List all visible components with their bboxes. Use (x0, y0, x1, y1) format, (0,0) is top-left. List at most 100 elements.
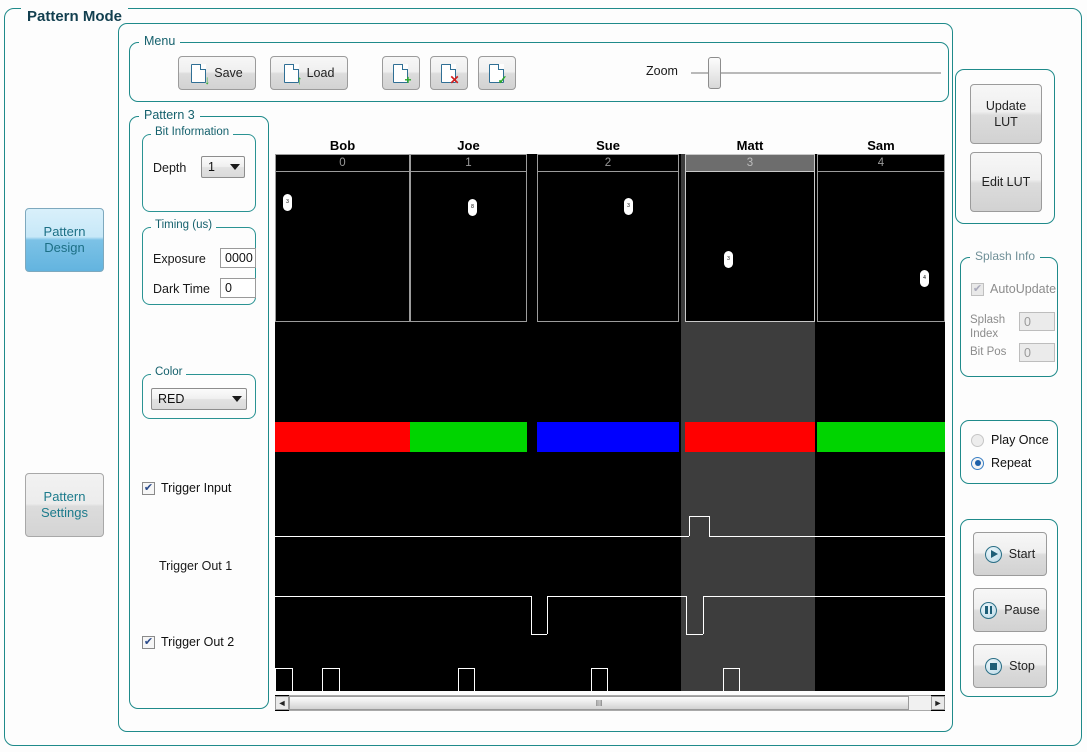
pattern-index-cell[interactable]: 4 (817, 154, 945, 172)
sidebar-item-pattern-design[interactable]: Pattern Design (25, 208, 104, 272)
pattern-group: Pattern 3 Bit Information Depth 1 Timing… (129, 108, 269, 709)
pattern-marker: 3 (283, 194, 292, 211)
pattern-image-cell[interactable] (275, 172, 410, 322)
play-once-radio[interactable]: Play Once (971, 433, 1049, 447)
pattern-group-caption: Pattern 3 (139, 108, 200, 122)
radio-icon (971, 433, 984, 447)
splash-index-input: 0 (1019, 312, 1055, 331)
bit-pos-value: 0 (1024, 345, 1031, 360)
depth-select[interactable]: 1 (201, 156, 245, 178)
repeat-label: Repeat (991, 456, 1032, 470)
waveform-segment (275, 668, 292, 670)
scroll-track[interactable]: ‖‖ (289, 695, 931, 711)
color-caption: Color (151, 366, 187, 378)
scroll-right-arrow[interactable]: ► (931, 696, 945, 710)
waveform-segment (709, 516, 711, 536)
transport-group: Start Pause Stop (960, 519, 1058, 697)
load-icon: ↑ (283, 63, 303, 86)
checkmark-icon: ✔ (142, 481, 155, 495)
timeline-hscrollbar[interactable]: ◄ ‖‖ ► (275, 695, 945, 711)
bit-pos-label: Bit Pos (970, 346, 1007, 358)
sidebar-item-pattern-design-line1: Pattern (43, 224, 86, 239)
chevron-down-icon (230, 164, 240, 170)
checkmark-icon: ✔ (142, 635, 155, 649)
pattern-image-cell[interactable] (537, 172, 679, 322)
pattern-index-cell[interactable]: 0 (275, 154, 410, 172)
waveform-segment (703, 596, 945, 598)
color-select[interactable]: RED (151, 388, 247, 410)
pause-button-label: Pause (1004, 603, 1040, 617)
play-once-label: Play Once (991, 433, 1049, 447)
waveform-segment (703, 596, 705, 634)
chevron-down-icon (232, 396, 242, 402)
main-panel: Menu ↓ Save ↑ Load + ✕ ✓ Zoom Pattern 3 … (118, 23, 953, 732)
depth-label: Depth (153, 161, 187, 175)
trigger-out2-checkbox[interactable]: ✔ Trigger Out 2 (142, 635, 234, 649)
load-button-label: Load (306, 66, 335, 80)
load-button[interactable]: ↑ Load (270, 56, 348, 90)
window-title: Pattern Mode (21, 8, 129, 25)
zoom-label: Zoom (646, 64, 678, 78)
menu-group: Menu ↓ Save ↑ Load + ✕ ✓ Zoom (129, 34, 949, 102)
edit-lut-label: Edit LUT (981, 175, 1031, 189)
column-name-joe: Joe (457, 138, 480, 153)
pattern-image-cell[interactable] (817, 172, 945, 322)
delete-pattern-button[interactable]: ✕ (430, 56, 468, 90)
pause-button[interactable]: Pause (973, 588, 1047, 632)
waveform-segment (591, 668, 607, 670)
sidebar-item-pattern-design-line2: Design (44, 240, 85, 255)
waveform-segment (689, 516, 691, 536)
update-lut-label-line1: Update (985, 99, 1027, 113)
pattern-image-cell[interactable] (410, 172, 527, 322)
sidebar-item-pattern-settings-line2: Settings (41, 505, 88, 520)
apply-pattern-button[interactable]: ✓ (478, 56, 516, 90)
waveform-segment (275, 668, 277, 691)
zoom-slider-thumb[interactable] (708, 57, 721, 89)
add-pattern-button[interactable]: + (382, 56, 420, 90)
checkmark-icon: ✔ (971, 282, 984, 296)
edit-lut-button[interactable]: Edit LUT (970, 152, 1042, 212)
bit-information-caption: Bit Information (151, 126, 234, 138)
zoom-slider-track[interactable] (691, 72, 941, 74)
waveform-segment (723, 668, 725, 691)
column-name-sam: Sam (867, 138, 895, 153)
depth-value: 1 (208, 160, 215, 174)
play-icon (984, 545, 1002, 563)
pattern-index-cell[interactable]: 2 (537, 154, 679, 172)
pattern-marker: 3 (724, 251, 733, 268)
dark-time-input[interactable]: 0 (220, 278, 256, 298)
pattern-index-cell[interactable]: 1 (410, 154, 527, 172)
exposure-input[interactable]: 0000 (220, 248, 256, 268)
waveform-segment (339, 668, 341, 691)
trigger-input-checkbox[interactable]: ✔ Trigger Input (142, 481, 231, 495)
waveform-segment (686, 596, 688, 634)
update-lut-label-line2: LUT (994, 115, 1018, 129)
scroll-thumb[interactable]: ‖‖ (289, 696, 909, 710)
stop-button-label: Stop (1009, 659, 1035, 673)
column-name-matt: Matt (736, 138, 764, 153)
timeline-plot[interactable]: 0318233344 (275, 154, 945, 691)
update-lut-button[interactable]: Update LUT (970, 84, 1042, 144)
save-button[interactable]: ↓ Save (178, 56, 256, 90)
dark-time-value: 0 (225, 281, 232, 295)
timing-caption: Timing (us) (151, 219, 217, 231)
splash-index-value: 0 (1024, 314, 1031, 329)
waveform-segment (322, 668, 324, 691)
pattern-marker: 4 (920, 270, 929, 287)
repeat-radio[interactable]: Repeat (971, 456, 1031, 470)
start-button-label: Start (1008, 547, 1036, 561)
pattern-index-cell[interactable]: 3 (685, 154, 815, 172)
stop-button[interactable]: Stop (973, 644, 1047, 688)
pattern-image-cell[interactable] (685, 172, 815, 322)
sidebar-item-pattern-settings[interactable]: Pattern Settings (25, 473, 104, 537)
waveform-segment (474, 668, 476, 691)
pattern-color-bar (817, 422, 945, 452)
waveform-segment (275, 536, 689, 538)
waveform-segment (739, 668, 741, 691)
sidebar-item-pattern-settings-line1: Pattern (43, 489, 86, 504)
waveform-segment (591, 668, 593, 691)
scroll-left-arrow[interactable]: ◄ (275, 696, 289, 710)
splash-index-label-line1: Splash (970, 314, 1006, 326)
column-name-bob: Bob (329, 138, 356, 153)
start-button[interactable]: Start (973, 532, 1047, 576)
